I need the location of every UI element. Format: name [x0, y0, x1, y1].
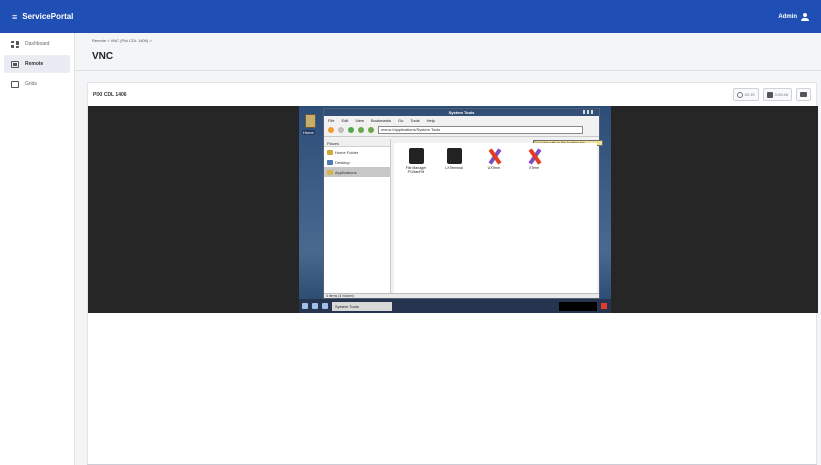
- taskbar: System Tools: [299, 299, 611, 313]
- vnc-title: PIXI CDL 1406: [93, 92, 127, 98]
- vnc-card: PIXI CDL 1406 02:15 0:05:46 Home System …: [87, 82, 818, 465]
- brand[interactable]: ≡ ServicePortal: [12, 12, 73, 22]
- menu-view[interactable]: View: [355, 118, 364, 123]
- grid-icon: [11, 80, 19, 88]
- display-icon: [800, 92, 807, 97]
- uxterm-icon: [487, 148, 502, 164]
- window-status: 4 items (4 hidden): [324, 293, 599, 298]
- breadcrumb[interactable]: Remote > VNC (Pixi CDL 1406) >: [92, 38, 152, 43]
- clock-icon: [736, 91, 743, 98]
- places-pane: Places Home Folder Desktop Applications: [324, 139, 391, 295]
- user-name: Admin: [778, 13, 797, 20]
- menu-bookmarks[interactable]: Bookmarks: [371, 118, 391, 123]
- file-manager-icon: [408, 148, 424, 164]
- sidebar-item-remote[interactable]: Remote: [4, 55, 70, 73]
- file-label: LXTerminal: [445, 166, 463, 170]
- window-titlebar[interactable]: System Tools: [324, 109, 599, 116]
- duration-label: 0:05:46: [774, 92, 788, 97]
- remote-desktop[interactable]: Home System Tools File Edit View Bookmar…: [299, 106, 611, 313]
- home-folder-icon[interactable]: [305, 114, 316, 128]
- sidebar-item-dashboard[interactable]: Dashboard: [4, 35, 70, 53]
- place-applications[interactable]: Applications: [324, 167, 390, 177]
- start-menu-icon[interactable]: [302, 303, 308, 309]
- vnc-viewer[interactable]: Home System Tools File Edit View Bookmar…: [88, 106, 818, 313]
- uxterm-item[interactable]: UXTerm: [476, 148, 512, 170]
- folder-icon[interactable]: [322, 303, 328, 309]
- place-label: Desktop: [335, 159, 350, 165]
- power-icon[interactable]: [601, 303, 607, 309]
- xterm-icon: [527, 148, 542, 164]
- user-icon: [801, 12, 809, 21]
- menu-help[interactable]: Help: [427, 118, 435, 123]
- places-header[interactable]: Places: [324, 139, 390, 147]
- system-tools-window[interactable]: System Tools File Edit View Bookmarks Go…: [323, 108, 603, 299]
- file-label: UXTerm: [487, 166, 501, 170]
- terminal-icon: [446, 148, 462, 164]
- home-icon[interactable]: [368, 127, 374, 133]
- applications-icon: [327, 169, 333, 175]
- warning-icon[interactable]: [328, 127, 334, 133]
- file-manager-item[interactable]: File Manager PCManFM: [398, 148, 434, 174]
- browser-icon[interactable]: [312, 303, 318, 309]
- forward-icon[interactable]: [348, 127, 354, 133]
- taskbar-status-area: [559, 301, 597, 311]
- sidebar-item-label: Grids: [25, 81, 37, 87]
- menu-edit[interactable]: Edit: [341, 118, 348, 123]
- taskbar-window-button[interactable]: System Tools: [332, 301, 392, 311]
- vnc-controls: 02:15 0:05:46: [732, 88, 811, 101]
- dashboard-icon: [11, 40, 19, 48]
- home-folder-icon: [327, 149, 333, 155]
- xterm-item[interactable]: XTerm: [516, 148, 552, 170]
- window-menubar: File Edit View Bookmarks Go Tools Help: [324, 116, 599, 124]
- place-label: Home Folder: [335, 149, 359, 155]
- user-menu[interactable]: Admin: [778, 12, 809, 21]
- sidebar-item-label: Remote: [25, 61, 44, 67]
- sidebar-item-grids[interactable]: Grids: [4, 75, 70, 93]
- page-title: VNC: [92, 51, 114, 62]
- duration-button[interactable]: 0:05:46: [762, 88, 792, 101]
- menu-tools[interactable]: Tools: [410, 118, 419, 123]
- location-field[interactable]: menu://applications/System Tools: [378, 126, 583, 134]
- file-view[interactable]: File Manager PCManFM LXTerminal UXTerm X…: [394, 143, 597, 293]
- window-title: System Tools: [448, 110, 475, 115]
- place-desktop[interactable]: Desktop: [324, 157, 390, 167]
- menu-icon[interactable]: ≡: [12, 12, 17, 22]
- window-controls-icon[interactable]: [583, 110, 595, 114]
- app-title: ServicePortal: [22, 12, 74, 21]
- sidebar: Dashboard Remote Grids: [0, 33, 75, 465]
- window-toolbar: menu://applications/System Tools: [324, 124, 599, 137]
- menu-file[interactable]: File: [328, 118, 334, 123]
- header-divider: [75, 70, 821, 71]
- place-home-folder[interactable]: Home Folder: [324, 147, 390, 157]
- time-button[interactable]: 02:15: [732, 88, 759, 101]
- top-app-bar: ≡ ServicePortal Admin: [0, 0, 821, 33]
- remote-icon: [11, 60, 19, 68]
- terminal-item[interactable]: LXTerminal: [436, 148, 472, 170]
- display-button[interactable]: [796, 88, 811, 101]
- home-label: Home: [302, 130, 315, 135]
- refresh-icon[interactable]: [358, 127, 364, 133]
- desktop-icon: [327, 159, 333, 165]
- save-icon: [766, 91, 773, 98]
- back-icon[interactable]: [338, 127, 344, 133]
- time-label: 02:15: [744, 92, 755, 97]
- file-label: XTerm: [528, 166, 540, 170]
- menu-go[interactable]: Go: [398, 118, 403, 123]
- sidebar-item-label: Dashboard: [25, 41, 50, 47]
- file-label: File Manager PCManFM: [405, 166, 427, 174]
- place-label: Applications: [335, 169, 357, 175]
